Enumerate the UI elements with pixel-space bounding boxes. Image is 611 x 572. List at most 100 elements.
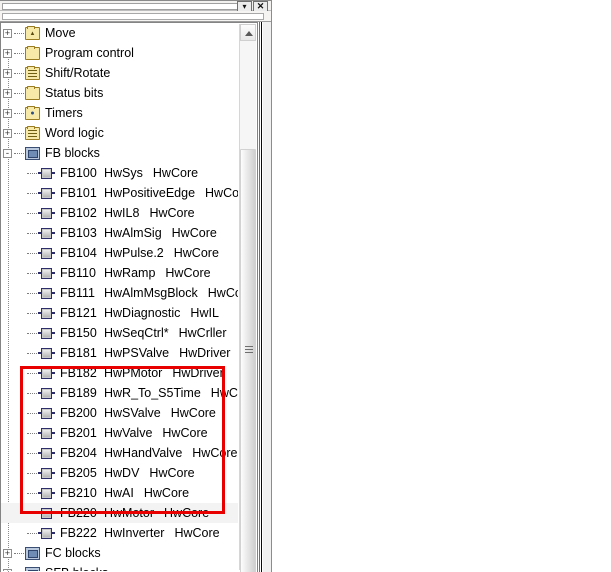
fb-name-label: HwSeqCtrl* [104, 326, 169, 340]
fb-block-icon [38, 168, 55, 180]
tree-connector [27, 312, 37, 315]
pin-input-value-extflt[interactable]: I0.4 [576, 186, 611, 200]
tree-connector [14, 72, 24, 75]
pin-input-value-lstr[interactable]: ... [576, 382, 611, 396]
fb-block-icon [38, 208, 55, 220]
fb-name-label: HwAlmMsgBlock [104, 286, 198, 300]
fb-family-label: HwDriver [179, 346, 231, 360]
tree-connector [27, 252, 37, 255]
tree-node-fc-blocks[interactable]: + FC blocks [1, 543, 238, 563]
expander-icon[interactable]: + [3, 569, 12, 571]
expander-icon[interactable]: + [3, 89, 12, 99]
fb-name-label: HwInverter [104, 526, 165, 540]
pin-input-value-ml[interactable]: ... [576, 242, 611, 256]
tree-connector [14, 92, 24, 95]
tree-node-sfb-blocks[interactable]: + SFB blocks [1, 563, 238, 571]
tree-folder-status-bits[interactable]: + Status bits [1, 83, 238, 103]
window-chrome: ▾ ✕ [0, 0, 271, 22]
expander-icon[interactable]: + [3, 549, 12, 559]
tree-node-fb-blocks[interactable]: - FB blocks [1, 143, 238, 163]
fb-family-label: HwCore [152, 166, 199, 180]
pin-input-value-astp[interactable]: ... [576, 522, 611, 536]
pin-input-value-remote[interactable]: M8.1 [576, 102, 611, 116]
tree-item-fb201[interactable]: FB201 HwValve HwCore [1, 423, 238, 443]
tree-folder-word-logic[interactable]: + Word logic [1, 123, 238, 143]
tree-item-fb222[interactable]: FB222 HwInverter HwCore [1, 523, 238, 543]
pin-input-value-astr[interactable]: ... [576, 494, 611, 508]
tree-item-fb181[interactable]: FB181 HwPSValve HwDriver [1, 343, 238, 363]
pin-input-value-ilckrun[interactable]: L0.1 [576, 354, 611, 368]
fb-block-icon [38, 508, 55, 520]
tree-item-fb111[interactable]: FB111 HwAlmMsgBlock HwCore [1, 283, 238, 303]
pin-input-value-mps[interactable]: I0.3 [576, 158, 611, 172]
tree-item-fb210[interactable]: FB210 HwAI HwCore [1, 483, 238, 503]
tree-item-fb101[interactable]: FB101 HwPositiveEdge HwCore [1, 183, 238, 203]
tree-folder-program-control[interactable]: + Program control [1, 43, 238, 63]
tree-item-fb182[interactable]: FB182 HwPMotor HwDriver [1, 363, 238, 383]
tree-item-fb200[interactable]: FB200 HwSValve HwCore [1, 403, 238, 423]
fb-id-label: FB100 [60, 166, 97, 180]
tree-item-fb189[interactable]: FB189 HwR_To_S5Time HwCore [1, 383, 238, 403]
fb-id-label: FB103 [60, 226, 97, 240]
fb-id-label: FB200 [60, 406, 97, 420]
pin-input-value-f_manu[interactable]: ... [576, 438, 611, 452]
tree-item-label: Timers [45, 106, 83, 120]
tree-item-fb150[interactable]: FB150 HwSeqCtrl* HwCrller [1, 323, 238, 343]
tree-item-fb121[interactable]: FB121 HwDiagnostic HwIL [1, 303, 238, 323]
tree-scroll-area[interactable]: + Move + Program control + Shift/Rotate + Statu… [1, 23, 238, 571]
tree-item-fb205[interactable]: FB205 HwDV HwCore [1, 463, 238, 483]
tree-item-label: SFB blocks [45, 566, 108, 571]
block-catalog-tree-panel[interactable]: + Move + Program control + Shift/Rotate + Statu… [0, 22, 258, 572]
tree-item-fb103[interactable]: FB103 HwAlmSig HwCore [1, 223, 238, 243]
tree-item-fb220[interactable]: FB220 HwMotor HwCore [1, 503, 238, 523]
pin-input-value-local[interactable]: M8.0 [576, 74, 611, 88]
pin-input-value-estp[interactable]: I0.2 [576, 130, 611, 144]
tree-item-label: Program control [45, 46, 134, 60]
fb-block-icon [38, 288, 55, 300]
pin-input-value-en[interactable]: ... [576, 46, 611, 60]
fb-id-label: FB189 [60, 386, 97, 400]
expander-icon[interactable]: + [3, 109, 12, 119]
fb-name-label: HwR_To_S5Time [104, 386, 201, 400]
tree-item-fb110[interactable]: FB110 HwRamp HwCore [1, 263, 238, 283]
tree-vertical-scrollbar[interactable] [239, 24, 256, 572]
fb-family-label: HwCore [173, 246, 219, 260]
tree-item-fb100[interactable]: FB100 HwSys HwCore [1, 163, 238, 183]
pin-input-value-scw[interactable]: ... [576, 550, 611, 564]
pin-input-value-lstp[interactable]: ... [576, 410, 611, 424]
fbd-editor-panel[interactable]: 1001” “HwMotor” EN...LocalM8.0RemoteM8.1… [276, 0, 611, 572]
expander-icon[interactable]: + [3, 129, 12, 139]
tree-item-fb104[interactable]: FB104 HwPulse.2 HwCore [1, 243, 238, 263]
tree-item-fb102[interactable]: FB102 HwIL8 HwCore [1, 203, 238, 223]
pin-input-value-ilckstr[interactable]: L0.0 [576, 326, 611, 340]
scrollbar-track[interactable] [240, 41, 256, 572]
scrollbar-thumb[interactable] [240, 149, 256, 572]
collapse-icon[interactable]: - [3, 149, 12, 159]
folder-shift-icon [25, 66, 40, 81]
window-secondary-strip [0, 11, 271, 22]
pin-input-value-fbkon[interactable]: I0.5 [576, 214, 611, 228]
expander-icon[interactable]: + [3, 49, 12, 59]
pin-input-value-fbkdly[interactable]: T#20S [576, 298, 611, 312]
expander-icon[interactable]: + [3, 29, 12, 39]
tree-folder-move[interactable]: + Move [1, 23, 238, 43]
tree-folder-timers[interactable]: + Timers [1, 103, 238, 123]
fb-id-label: FB182 [60, 366, 97, 380]
expander-icon[interactable]: + [3, 69, 12, 79]
tree-item-fb204[interactable]: FB204 HwHandValve HwCore [1, 443, 238, 463]
divider-line-1 [259, 0, 260, 572]
fb-name-label: HwSys [104, 166, 143, 180]
folder-word-icon [25, 126, 40, 141]
panel-divider[interactable] [258, 0, 276, 572]
fb-family-label: HwDriver [172, 366, 224, 380]
fb-id-label: FB110 [60, 266, 96, 280]
pin-input-value-ack[interactable]: M19.0 [576, 270, 611, 284]
tree-connector [27, 192, 37, 195]
fb-name-label: HwRamp [104, 266, 156, 280]
fb-id-label: FB222 [60, 526, 97, 540]
folder-clock-icon [25, 106, 40, 121]
pin-input-value-feature[interactable]: ... [576, 466, 611, 480]
scroll-up-arrow-icon[interactable] [240, 24, 256, 41]
tree-folder-shift-rotate[interactable]: + Shift/Rotate [1, 63, 238, 83]
fb-id-label: FB102 [60, 206, 97, 220]
